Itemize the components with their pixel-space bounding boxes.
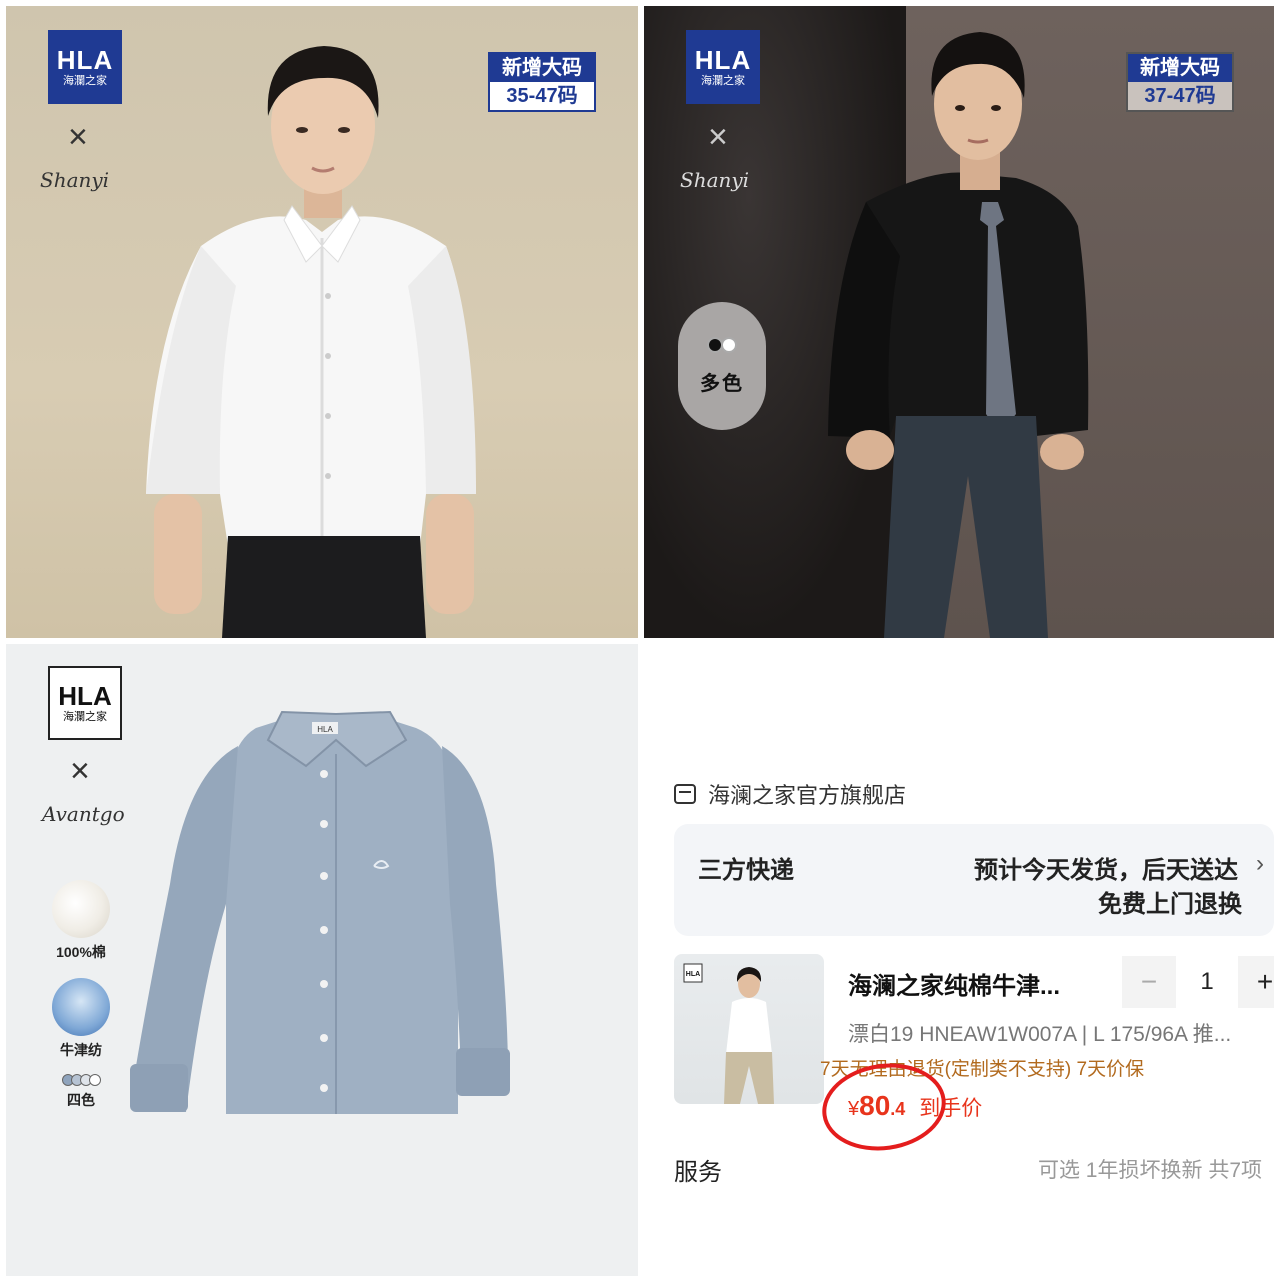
shipping-method: 三方快递 — [698, 857, 794, 884]
product-image-white-shirt[interactable]: HLA 海瀾之家 × Shanyi 新增大码 35-47码 — [6, 6, 638, 638]
store-name: 海澜之家官方旗舰店 — [708, 783, 907, 808]
service-label: 服务 — [674, 1159, 722, 1186]
shirt-tag: HLA — [317, 725, 333, 734]
product-spec[interactable]: 漂白19 HNEAW1W007A | L 175/96A 推... — [848, 1018, 1231, 1048]
quantity-stepper: − 1 + — [1122, 956, 1274, 1008]
decrease-quantity-button[interactable]: − — [1122, 956, 1176, 1008]
blue-shirt-flatlay: HLA — [130, 710, 510, 1114]
order-summary-panel: 海澜之家官方旗舰店 三方快递 预计今天发货，后天送达 › 免费上门退换 HLA … — [644, 644, 1274, 1276]
model-white-shirt — [146, 46, 476, 638]
quantity-value[interactable]: 1 — [1176, 956, 1238, 1008]
svg-text:HLA: HLA — [686, 971, 700, 978]
product-thumbnail[interactable]: HLA — [674, 954, 824, 1104]
service-options[interactable]: 可选 1年损坏换新 共7项 — [1038, 1154, 1262, 1184]
shipping-eta: 预计今天发货，后天送达 — [974, 857, 1238, 884]
thumbnail-image: HLA — [683, 963, 774, 1104]
store-row[interactable]: 海澜之家官方旗舰店 — [674, 778, 906, 810]
store-icon — [674, 784, 696, 804]
product-image-blue-shirt[interactable]: HLA 海瀾之家 × Avantgo 100%棉 牛津纺 四色 HLA — [6, 644, 638, 1276]
product-image-black-shirt[interactable]: HLA 海瀾之家 × Shanyi 新增大码 37-47码 多色 — [644, 6, 1274, 638]
free-return-note: 免费上门退换 — [1098, 891, 1242, 918]
model-black-shirt — [828, 32, 1089, 638]
chevron-right-icon: › — [1256, 850, 1264, 877]
increase-quantity-button[interactable]: + — [1238, 956, 1274, 1008]
shipping-info-box[interactable]: 三方快递 预计今天发货，后天送达 › 免费上门退换 — [674, 824, 1274, 936]
product-title[interactable]: 海澜之家纯棉牛津... — [848, 966, 1060, 1001]
